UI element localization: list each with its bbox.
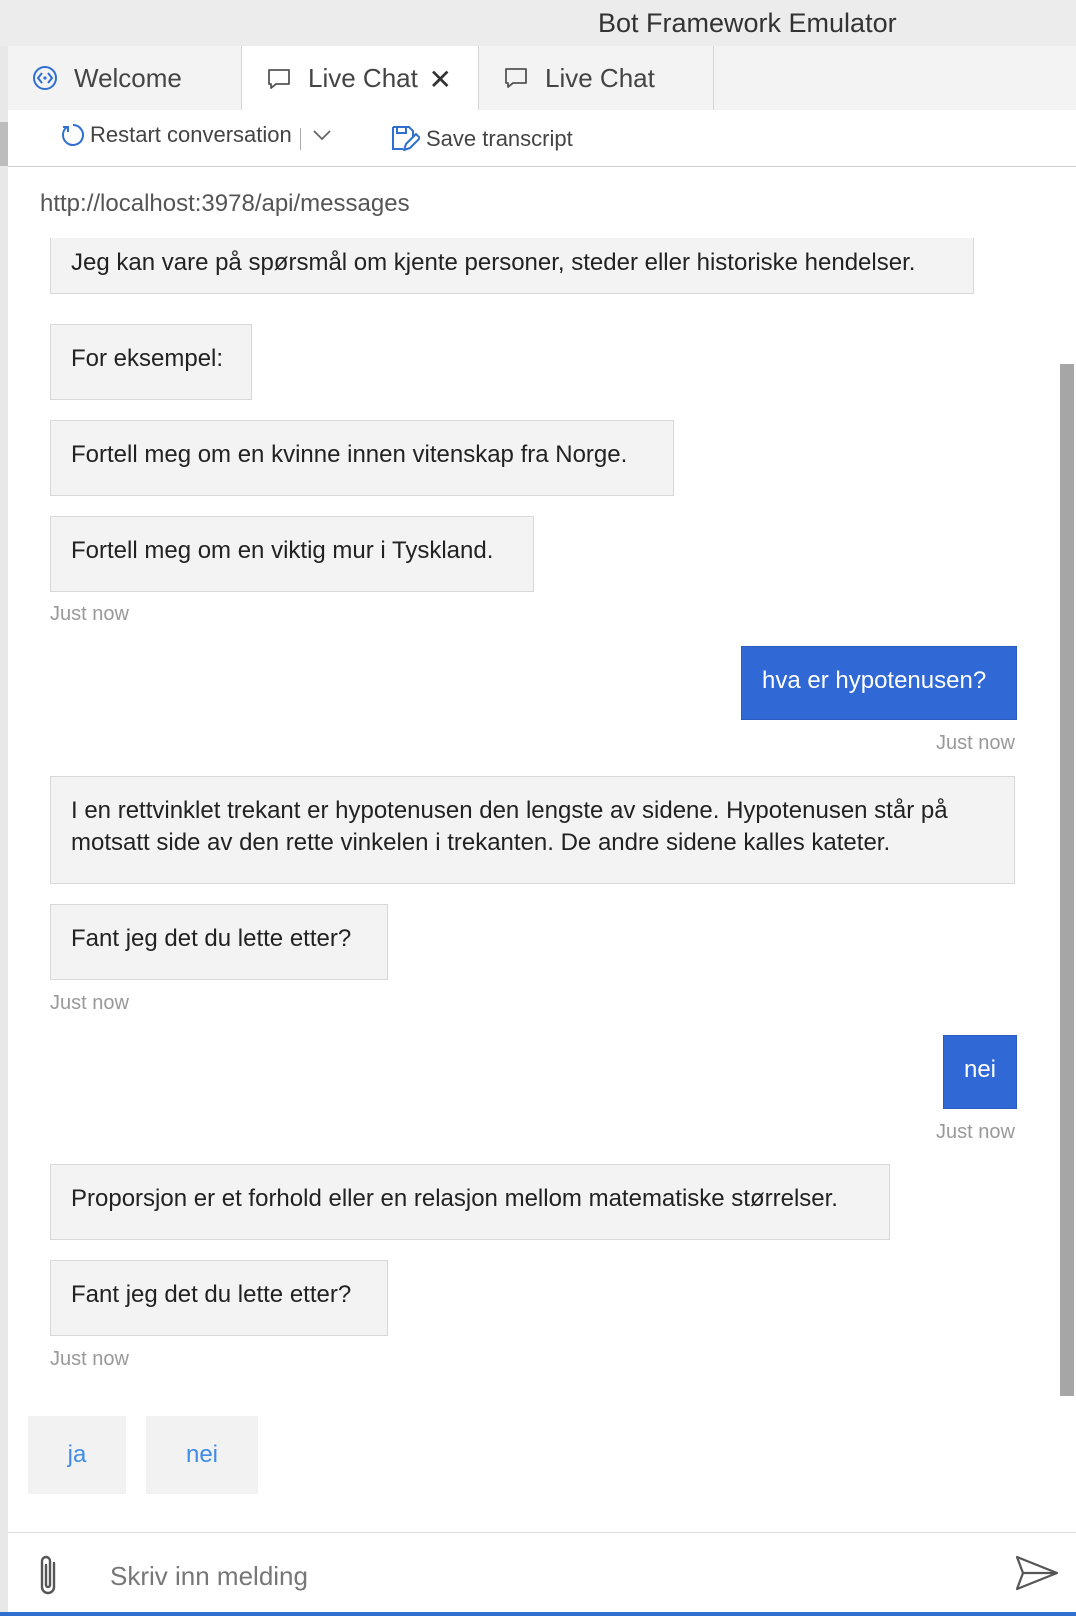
tab-welcome[interactable]: Welcome [8,46,242,110]
bot-message: For eksempel: [50,324,252,400]
toolbar-separator [300,128,301,150]
welcome-icon [32,65,58,91]
message-input-bar [8,1532,1076,1616]
save-transcript-button[interactable]: Save transcript [390,124,573,154]
message-timestamp: Just now [50,992,129,1014]
save-icon [390,124,420,154]
message-timestamp: Just now [50,603,129,625]
send-icon[interactable] [1014,1553,1060,1598]
restart-icon [60,122,86,148]
left-rail [0,46,8,1616]
user-message: nei [943,1035,1017,1109]
user-message: hva er hypotenusen? [741,646,1017,720]
paperclip-icon[interactable] [34,1551,64,1604]
close-icon[interactable]: ✕ [429,63,452,96]
message-input[interactable] [108,1553,972,1599]
bot-message: Jeg kan vare på spørsmål om kjente perso… [50,238,974,294]
chat-bubble-icon [266,66,292,92]
emulator-window: Bot Framework Emulator Welcome Live Chat… [0,0,1076,1616]
bot-message: Fortell meg om en kvinne innen vitenskap… [50,420,674,496]
bot-message: Proporsjon er et forhold eller en relasj… [50,1164,890,1240]
bot-message: Fortell meg om en viktig mur i Tyskland. [50,516,534,592]
tab-live-chat-active[interactable]: Live Chat ✕ [242,46,479,111]
toolbar: Restart conversation Save transcript [8,110,1076,167]
suggested-action-nei[interactable]: nei [146,1416,258,1494]
tab-label: Live Chat [545,62,655,93]
chat-transcript[interactable]: Jeg kan vare på spørsmål om kjente perso… [8,238,1060,1402]
window-title: Bot Framework Emulator [598,8,897,38]
message-timestamp: Just now [50,1348,129,1370]
suggested-action-ja[interactable]: ja [28,1416,126,1494]
tab-label: Live Chat [308,63,418,93]
tab-live-chat[interactable]: Live Chat [479,46,714,110]
tab-bar: Welcome Live Chat ✕ Live Chat [8,46,1076,111]
bot-message: Fant jeg det du lette etter? [50,904,388,980]
left-rail-marker [0,122,8,166]
restart-options-dropdown[interactable] [312,128,332,142]
bot-message: Fant jeg det du lette etter? [50,1260,388,1336]
chat-bubble-icon [503,65,529,91]
title-bar: Bot Framework Emulator [0,0,1076,47]
save-label: Save transcript [426,126,573,151]
chevron-down-icon [312,128,332,142]
bot-message: I en rettvinklet trekant er hypotenusen … [50,776,1015,884]
message-timestamp: Just now [936,1121,1015,1143]
endpoint-url: http://localhost:3978/api/messages [40,190,410,217]
tab-label: Welcome [74,62,182,93]
restart-label: Restart conversation [90,122,292,147]
chat-scrollbar[interactable] [1060,364,1074,1396]
message-timestamp: Just now [936,732,1015,754]
status-line [0,1612,1076,1616]
restart-conversation-button[interactable]: Restart conversation [60,122,292,148]
